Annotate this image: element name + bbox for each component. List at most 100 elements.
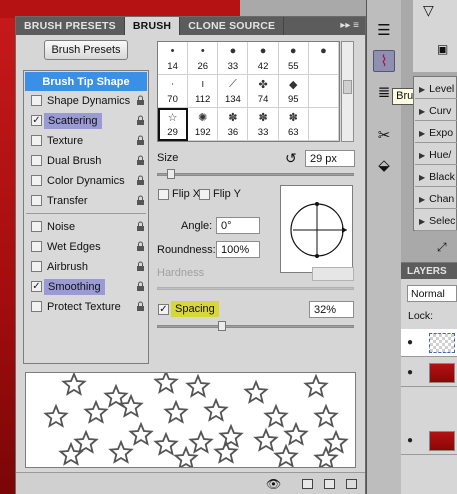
layer-row[interactable]: ● xyxy=(401,329,457,357)
panel-expand-icon[interactable]: ⤢ xyxy=(437,240,447,255)
3d-icon[interactable]: ⬙ xyxy=(373,155,395,177)
lock-icon[interactable] xyxy=(136,195,145,206)
tools-icon[interactable]: ✂ xyxy=(373,125,395,147)
lock-icon[interactable] xyxy=(136,301,145,312)
lock-icon[interactable] xyxy=(136,175,145,186)
adjust-item[interactable]: ▶ Selec xyxy=(415,211,457,231)
option-airbrush[interactable]: Airbrush xyxy=(25,257,147,276)
brush-tip-cell[interactable]: ✽ 63 xyxy=(278,108,309,141)
brush-tip-cell[interactable]: ✺ 192 xyxy=(188,108,219,141)
option-scattering[interactable]: ✓ Scattering xyxy=(25,111,147,130)
adjust-item[interactable]: ▶ Level xyxy=(415,79,457,99)
checkbox-shape-dynamics[interactable] xyxy=(31,95,42,106)
checkbox-color-dynamics[interactable] xyxy=(31,175,42,186)
option-transfer[interactable]: Transfer xyxy=(25,191,147,210)
delete-preset-icon[interactable] xyxy=(346,479,357,489)
lock-icon[interactable] xyxy=(136,155,145,166)
lock-icon[interactable] xyxy=(136,115,145,126)
scroll-thumb[interactable] xyxy=(343,80,352,94)
eye-brush-icon[interactable]: 👁 xyxy=(266,477,281,491)
adjust-icon[interactable]: ▣ xyxy=(437,42,448,56)
layer-thumbnail[interactable] xyxy=(429,363,455,383)
brush-tip-cell[interactable]: ✤ 74 xyxy=(248,75,279,108)
brush-tip-cell[interactable]: ● 42 xyxy=(248,42,279,75)
option-smoothing[interactable]: ✓ Smoothing xyxy=(25,277,147,296)
checkbox-protect-texture[interactable] xyxy=(31,301,42,312)
brush-tip-cell[interactable]: ◆ 95 xyxy=(278,75,309,108)
option-texture[interactable]: Texture xyxy=(25,131,147,150)
adjust-item[interactable]: ▶ Chan xyxy=(415,189,457,209)
brush-tip-cell[interactable] xyxy=(308,75,339,108)
size-slider-knob[interactable] xyxy=(167,169,176,179)
spacing-checkbox[interactable]: ✓ xyxy=(158,304,169,315)
brush-tip-cell[interactable]: • 14 xyxy=(158,42,189,75)
new-preset-icon[interactable] xyxy=(324,479,335,489)
brush-tip-cell[interactable]: ⟋ 134 xyxy=(218,75,249,108)
eye-icon[interactable]: ● xyxy=(407,367,413,378)
size-slider[interactable] xyxy=(157,169,354,179)
brush-angle-preview[interactable] xyxy=(280,185,353,273)
tab-brush-presets[interactable]: BRUSH PRESETS xyxy=(16,17,125,35)
checkbox-scattering[interactable]: ✓ xyxy=(31,115,42,126)
tab-brush[interactable]: BRUSH xyxy=(124,17,181,35)
flip-y-checkbox[interactable] xyxy=(199,189,210,200)
flip-x-checkbox[interactable] xyxy=(158,189,169,200)
tab-clone-source[interactable]: CLONE SOURCE xyxy=(180,17,285,35)
option-shape-dynamics[interactable]: Shape Dynamics xyxy=(25,91,147,110)
brush-presets-button[interactable]: Brush Presets xyxy=(44,40,128,60)
brush-tip-cell[interactable]: ● 33 xyxy=(218,42,249,75)
brush-tip-cell[interactable]: ✽ 36 xyxy=(218,108,249,141)
brush-tip-cell[interactable]: ● xyxy=(308,42,339,75)
spacing-slider-knob[interactable] xyxy=(217,321,226,331)
layer-thumbnail[interactable] xyxy=(429,431,455,451)
checkbox-wet-edges[interactable] xyxy=(31,241,42,252)
brush-tip-cell[interactable]: · 70 xyxy=(158,75,189,108)
toggle-brush-presets-icon[interactable]: ☰ xyxy=(373,20,395,42)
lock-icon[interactable] xyxy=(136,281,145,292)
checkbox-transfer[interactable] xyxy=(31,195,42,206)
checkbox-smoothing[interactable]: ✓ xyxy=(31,281,42,292)
adjust-item[interactable]: ▶ Curv xyxy=(415,101,457,121)
checkbox-dual-brush[interactable] xyxy=(31,155,42,166)
checkbox-airbrush[interactable] xyxy=(31,261,42,272)
option-wet-edges[interactable]: Wet Edges xyxy=(25,237,147,256)
lock-icon[interactable] xyxy=(136,135,145,146)
option-dual-brush[interactable]: Dual Brush xyxy=(25,151,147,170)
option-noise[interactable]: Noise xyxy=(25,217,147,236)
spacing-input[interactable]: 32% xyxy=(309,301,354,318)
option-color-dynamics[interactable]: Color Dynamics xyxy=(25,171,147,190)
lock-icon[interactable] xyxy=(136,241,145,252)
checkbox-noise[interactable] xyxy=(31,221,42,232)
brush-tip-shape-item[interactable]: Brush Tip Shape xyxy=(25,72,147,91)
blend-mode-select[interactable]: Normal xyxy=(407,285,457,302)
checkbox-texture[interactable] xyxy=(31,135,42,146)
eye-icon[interactable]: ● xyxy=(407,337,413,348)
triangle-icon[interactable]: ▽ xyxy=(423,2,434,19)
reset-size-icon[interactable]: ↺ xyxy=(285,150,297,167)
brush-tip-cell[interactable]: • 26 xyxy=(188,42,219,75)
brush-tip-cell-selected[interactable]: ☆ 29 xyxy=(158,108,189,141)
spacing-slider[interactable] xyxy=(157,321,354,331)
size-input[interactable]: 29 px xyxy=(305,150,355,167)
layer-thumbnail[interactable] xyxy=(429,333,455,353)
lock-icon[interactable] xyxy=(136,261,145,272)
roundness-input[interactable]: 100% xyxy=(216,241,260,258)
panel-menu-icon[interactable]: ▸▸ ≡ xyxy=(334,17,365,35)
lock-icon[interactable] xyxy=(136,221,145,232)
adjust-item[interactable]: ▶ Hue/ xyxy=(415,145,457,165)
brush-tip-cell[interactable]: ✽ 33 xyxy=(248,108,279,141)
brush-tip-cell[interactable]: ı 112 xyxy=(188,75,219,108)
angle-input[interactable]: 0° xyxy=(216,217,260,234)
adjust-item[interactable]: ▶ Expo xyxy=(415,123,457,143)
layer-row[interactable]: ● xyxy=(401,427,457,455)
brush-panel-icon[interactable]: ⌇ xyxy=(373,50,395,72)
layer-row[interactable]: ● xyxy=(401,359,457,387)
brush-tip-cell[interactable] xyxy=(308,108,339,141)
option-protect-texture[interactable]: Protect Texture xyxy=(25,297,147,316)
grid-icon[interactable] xyxy=(302,479,313,489)
eye-icon[interactable]: ● xyxy=(407,435,413,446)
brush-tip-cell[interactable]: ● 55 xyxy=(278,42,309,75)
lock-icon[interactable] xyxy=(136,95,145,106)
adjust-item[interactable]: ▶ Black xyxy=(415,167,457,187)
brush-grid-scrollbar[interactable] xyxy=(341,41,354,142)
